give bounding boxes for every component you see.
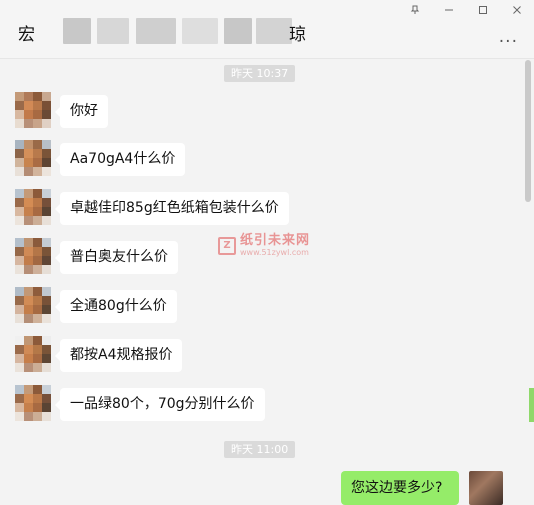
watermark-text: 纸引未来网 www.51zywl.com [240, 234, 310, 257]
chat-title-suffix: 琼 [289, 25, 307, 45]
avatar[interactable] [15, 238, 51, 274]
redacted-title-block [224, 18, 252, 44]
maximize-button[interactable] [466, 0, 500, 20]
avatar[interactable] [15, 287, 51, 323]
message-bubble[interactable]: 你好 [55, 95, 108, 128]
message-bubble[interactable]: Aa70gA4什么价 [54, 143, 186, 176]
chat-scrollbar[interactable] [523, 58, 533, 489]
chat-header: 宏 琼 ··· [0, 0, 534, 59]
avatar[interactable] [15, 385, 51, 421]
avatar[interactable] [15, 92, 51, 128]
minimize-button[interactable] [432, 0, 466, 20]
message-bubble[interactable]: 全通80g什么价 [55, 290, 177, 323]
more-options-button[interactable]: ··· [499, 32, 518, 52]
watermark: Z 纸引未来网 www.51zywl.com [218, 234, 310, 257]
self-avatar[interactable] [469, 471, 503, 505]
pin-icon [410, 5, 420, 14]
redacted-title-block [97, 18, 129, 44]
watermark-logo-icon: Z [218, 236, 236, 255]
avatar[interactable] [15, 336, 51, 372]
redacted-title-block [256, 18, 292, 44]
minimize-icon [445, 9, 453, 11]
redacted-title-block [182, 18, 218, 44]
pin-button[interactable] [398, 0, 432, 20]
avatar[interactable] [15, 189, 51, 225]
redacted-title-block [63, 18, 91, 44]
scrollbar-thumb[interactable] [525, 60, 531, 202]
chat-title: 宏 [18, 25, 36, 45]
timestamp: 昨天 10:37 [224, 65, 296, 82]
outgoing-message-bubble[interactable]: 您这边要多少? [341, 471, 459, 505]
redacted-title-block [136, 18, 176, 44]
message-bubble[interactable]: 普白奥友什么价 [55, 241, 178, 274]
avatar[interactable] [15, 140, 51, 176]
watermark-name: 纸引未来网 [240, 233, 311, 248]
close-icon [513, 6, 521, 14]
maximize-icon [479, 6, 487, 14]
close-button[interactable] [500, 0, 534, 20]
message-bubble[interactable]: 都按A4规格报价 [54, 339, 183, 372]
watermark-url: www.51zywl.com [240, 248, 309, 257]
timestamp: 昨天 11:00 [224, 441, 296, 458]
message-bubble[interactable]: 卓越佳印85g红色纸箱包装什么价 [55, 192, 289, 225]
message-bubble[interactable]: 一品绿80个，70g分别什么价 [55, 388, 265, 421]
